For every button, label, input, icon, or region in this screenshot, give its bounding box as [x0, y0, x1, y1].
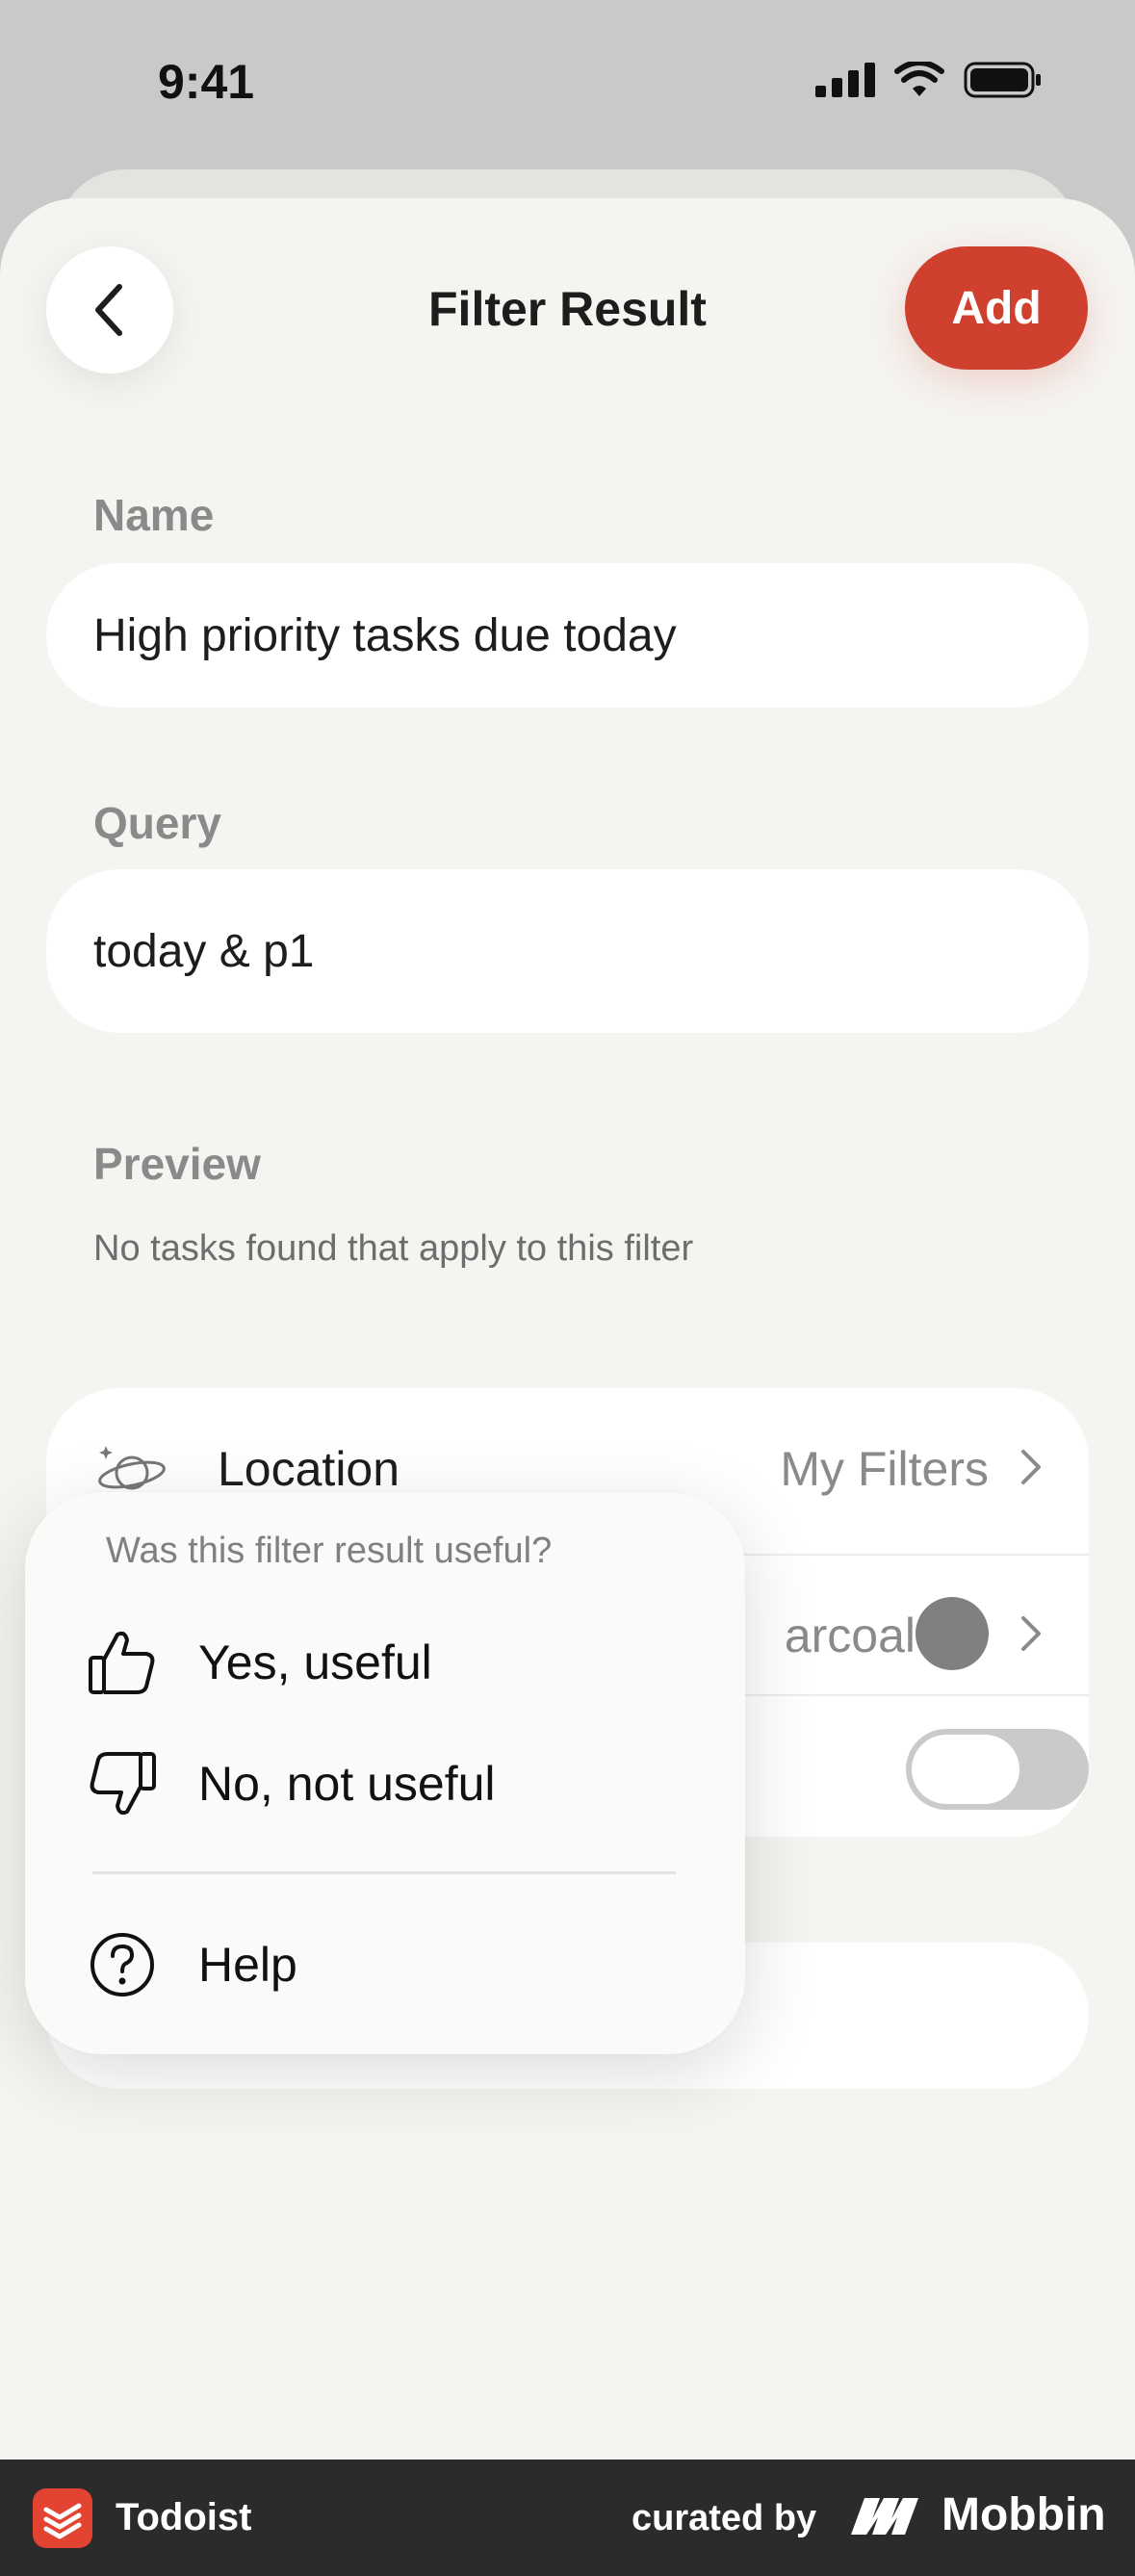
curated-by-text: curated by [632, 2498, 817, 2538]
preview-empty-text: No tasks found that apply to this filter [93, 1228, 694, 1269]
screen: 9:41 Filter Result Add Name High priorit… [0, 0, 1135, 2576]
query-field[interactable]: today & p1 [46, 869, 1089, 1033]
menu-divider [92, 1871, 676, 1874]
mobbin-wordmark: Mobbin [942, 2489, 1106, 2540]
menu-item-label: Yes, useful [198, 1636, 432, 1689]
planet-icon [98, 1446, 166, 1490]
menu-item-not-useful[interactable]: No, not useful [25, 1731, 745, 1837]
popover-question: Was this filter result useful? [106, 1531, 553, 1571]
app-name: Todoist [116, 2496, 252, 2538]
menu-item-yes-useful[interactable]: Yes, useful [25, 1610, 745, 1715]
menu-item-label: No, not useful [198, 1757, 496, 1811]
query-label: Query [93, 798, 221, 848]
help-circle-icon [87, 1929, 158, 2000]
mobbin-logo: Mobbin [851, 2488, 1106, 2541]
name-field[interactable]: High priority tasks due today [46, 563, 1089, 708]
favorite-toggle[interactable] [906, 1729, 1089, 1810]
thumbs-down-icon [87, 1748, 158, 1819]
battery-icon [964, 62, 1041, 98]
location-label: Location [218, 1442, 400, 1496]
feedback-popover: Was this filter result useful? Yes, usef… [25, 1492, 745, 2054]
chevron-right-icon [1021, 1450, 1041, 1484]
color-value: arcoal [784, 1609, 916, 1662]
menu-item-help[interactable]: Help [25, 1912, 745, 2018]
preview-label: Preview [93, 1139, 261, 1189]
name-label: Name [93, 490, 215, 540]
color-swatch [916, 1597, 989, 1670]
todoist-logo-icon [33, 2488, 92, 2548]
brand-bar: Todoist curated by Mobbin [0, 2460, 1135, 2576]
chevron-right-icon [1021, 1616, 1041, 1651]
toggle-knob [912, 1735, 1019, 1804]
cellular-signal-icon [815, 63, 875, 97]
mobbin-logo-icon [851, 2497, 918, 2535]
query-field-value: today & p1 [93, 925, 315, 977]
thumbs-up-icon [87, 1627, 158, 1698]
wifi-icon [894, 62, 944, 96]
name-field-value: High priority tasks due today [93, 609, 677, 661]
menu-item-label: Help [198, 1938, 297, 1992]
location-value: My Filters [780, 1442, 989, 1496]
status-time: 9:41 [158, 55, 255, 109]
status-icons [815, 62, 1043, 98]
add-button[interactable]: Add [905, 246, 1088, 370]
